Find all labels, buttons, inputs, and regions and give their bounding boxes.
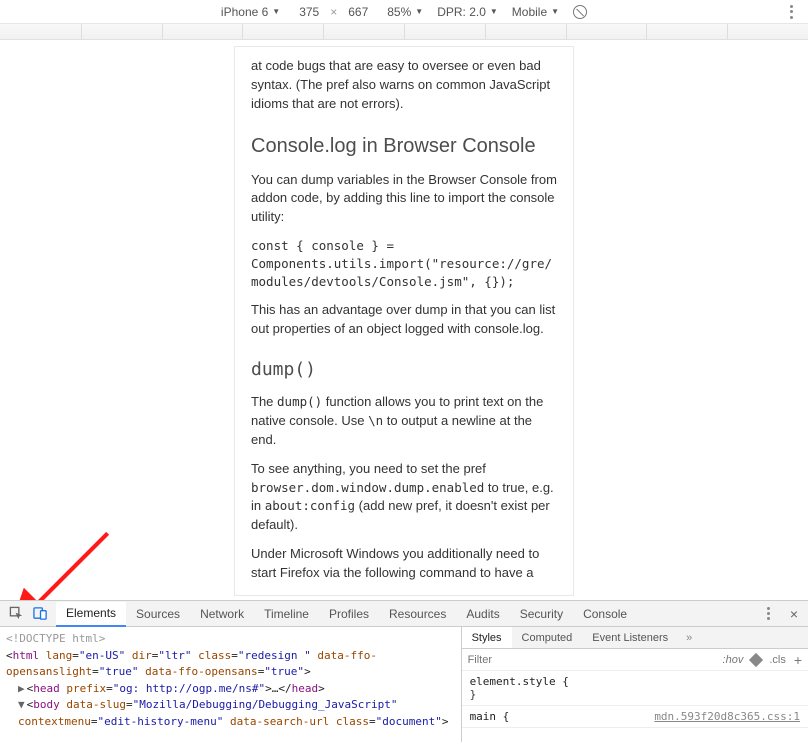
chevron-down-icon: ▼ — [272, 7, 280, 16]
dimensions: × — [294, 5, 373, 19]
page-content: at code bugs that are easy to oversee or… — [235, 57, 573, 596]
zoom-select[interactable]: 85% ▼ — [387, 5, 423, 19]
height-input[interactable] — [343, 5, 373, 19]
styles-filter-input[interactable] — [468, 654, 715, 666]
paragraph: This has an advantage over dump in that … — [251, 301, 557, 339]
dom-tree[interactable]: <!DOCTYPE html> <html lang="en-US" dir="… — [0, 627, 461, 742]
doctype-node[interactable]: <!DOCTYPE html> — [6, 631, 455, 648]
tab-console[interactable]: Console — [573, 601, 637, 626]
cls-toggle[interactable]: .cls — [769, 654, 786, 666]
body-node[interactable]: ▼<body data-slug="Mozilla/Debugging/Debu… — [6, 697, 455, 730]
hov-toggle[interactable]: :hov — [723, 654, 744, 666]
heading-dump: dump() — [251, 357, 557, 383]
no-throttling-icon[interactable] — [573, 5, 587, 19]
paragraph: The dump() function allows you to print … — [251, 393, 557, 450]
device-bar-menu[interactable] — [784, 4, 798, 20]
zoom-value: 85% — [387, 5, 411, 19]
styles-tab-styles[interactable]: Styles — [462, 627, 512, 648]
inspect-element-icon[interactable] — [4, 602, 28, 626]
paragraph: You can dump variables in the Browser Co… — [251, 171, 557, 228]
tab-sources[interactable]: Sources — [126, 601, 190, 626]
styles-tab-eventlisteners[interactable]: Event Listeners — [582, 627, 678, 648]
text: The — [251, 394, 277, 409]
dpr-value: DPR: 2.0 — [437, 5, 486, 19]
diamond-icon[interactable] — [749, 652, 763, 666]
device-name: iPhone 6 — [221, 5, 268, 19]
paragraph: at code bugs that are easy to oversee or… — [251, 57, 557, 114]
paragraph: To see anything, you need to set the pre… — [251, 460, 557, 535]
dpr-select[interactable]: DPR: 2.0 ▼ — [437, 5, 498, 19]
rule-close: } — [470, 688, 800, 701]
html-node[interactable]: <html lang="en-US" dir="ltr" class="rede… — [6, 648, 455, 681]
tab-security[interactable]: Security — [510, 601, 573, 626]
inline-code: dump() — [277, 394, 322, 409]
css-rule-main[interactable]: mdn.593f20d8c365.css:1 main { — [462, 706, 808, 728]
times-icon: × — [330, 5, 337, 19]
devtools-menu[interactable] — [762, 607, 776, 620]
tab-network[interactable]: Network — [190, 601, 254, 626]
inline-code: \n — [368, 413, 383, 428]
tab-resources[interactable]: Resources — [379, 601, 456, 626]
close-devtools-icon[interactable]: × — [784, 606, 804, 622]
rule-selector: element.style { — [470, 675, 800, 688]
heading-consolelog: Console.log in Browser Console — [251, 132, 557, 161]
text: To see anything, you need to set the pre… — [251, 461, 486, 476]
rule-source-link[interactable]: mdn.593f20d8c365.css:1 — [654, 710, 800, 723]
ruler — [0, 24, 808, 40]
devtools-tabbar: Elements Sources Network Timeline Profil… — [0, 601, 808, 627]
tab-profiles[interactable]: Profiles — [319, 601, 379, 626]
inline-code: browser.dom.window.dump.enabled — [251, 480, 484, 495]
inline-code: about:config — [265, 498, 355, 513]
device-frame[interactable]: at code bugs that are easy to oversee or… — [234, 46, 574, 596]
chevron-down-icon: ▼ — [551, 7, 559, 16]
styles-tab-computed[interactable]: Computed — [512, 627, 583, 648]
styles-tabs-more-icon[interactable]: » — [678, 632, 700, 644]
devtools-body: <!DOCTYPE html> <html lang="en-US" dir="… — [0, 627, 808, 742]
mode-value: Mobile — [512, 5, 547, 19]
tab-timeline[interactable]: Timeline — [254, 601, 319, 626]
devtools-panel: Elements Sources Network Timeline Profil… — [0, 600, 808, 742]
paragraph: Under Microsoft Windows you additionally… — [251, 545, 557, 583]
new-rule-icon[interactable]: + — [794, 652, 802, 668]
width-input[interactable] — [294, 5, 324, 19]
code-block: const { console } = Components.utils.imp… — [251, 237, 557, 291]
head-node[interactable]: ▶<head prefix="og: http://ogp.me/ns#">…<… — [6, 681, 455, 698]
device-toolbar: iPhone 6 ▼ × 85% ▼ DPR: 2.0 ▼ Mobile ▼ — [0, 0, 808, 24]
chevron-down-icon: ▼ — [490, 7, 498, 16]
chevron-down-icon: ▼ — [415, 7, 423, 16]
tab-audits[interactable]: Audits — [456, 601, 509, 626]
emulated-viewport: at code bugs that are easy to oversee or… — [0, 40, 808, 600]
tab-elements[interactable]: Elements — [56, 602, 126, 627]
mode-select[interactable]: Mobile ▼ — [512, 5, 559, 19]
toggle-device-toolbar-icon[interactable] — [28, 602, 52, 626]
styles-filter-row: :hov .cls + — [462, 649, 808, 671]
styles-tabs: Styles Computed Event Listeners » — [462, 627, 808, 649]
device-select[interactable]: iPhone 6 ▼ — [221, 5, 280, 19]
styles-pane: Styles Computed Event Listeners » :hov .… — [461, 627, 808, 742]
css-rule-elementstyle[interactable]: element.style { } — [462, 671, 808, 706]
